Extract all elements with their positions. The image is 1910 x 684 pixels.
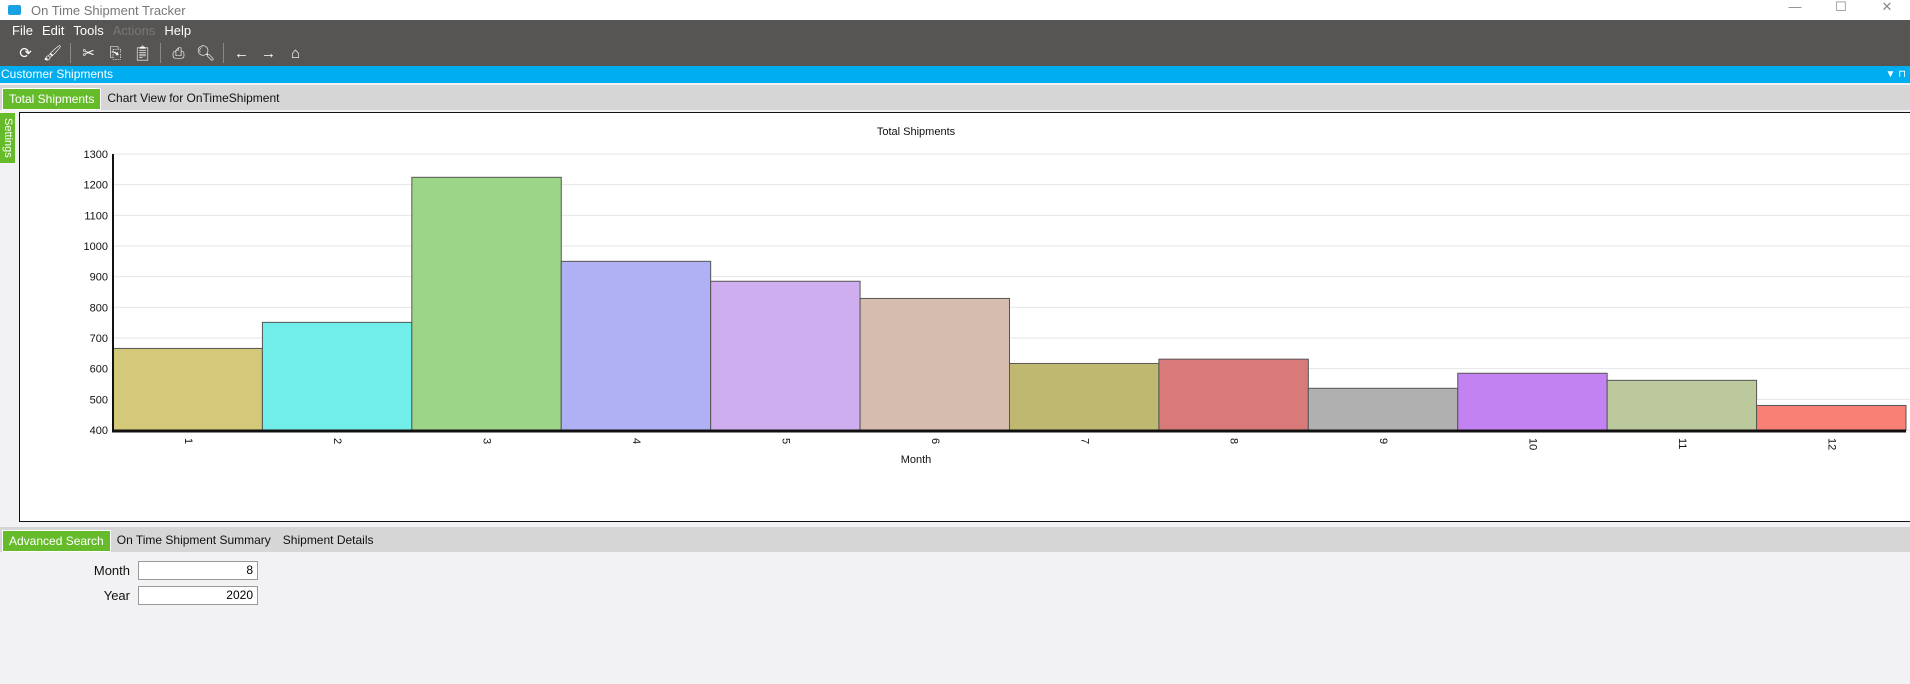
window-title: On Time Shipment Tracker <box>31 2 186 18</box>
bar-chart: Total Shipments 400500600700800900100011… <box>84 126 1910 466</box>
year-input[interactable]: 2020 <box>138 586 258 605</box>
y-tick-label: 1100 <box>84 210 108 222</box>
menu-file[interactable]: File <box>12 23 33 38</box>
tab-advanced-search[interactable]: Advanced Search <box>2 530 111 552</box>
panel-title: Customer Shipments <box>1 67 114 81</box>
y-tick-label: 700 <box>90 333 108 345</box>
tab-total-shipments[interactable]: Total Shipments <box>2 88 102 110</box>
x-tick-label: 12 <box>1825 438 1837 450</box>
bar-month-5[interactable] <box>710 280 861 431</box>
y-tick-label: 1200 <box>84 180 108 192</box>
bar-month-7[interactable] <box>1009 362 1160 431</box>
back-icon[interactable]: ← <box>228 45 255 62</box>
bar-month-3[interactable] <box>411 176 562 431</box>
month-label: Month <box>93 563 130 578</box>
y-tick-label: 800 <box>90 302 108 314</box>
y-tick-label: 900 <box>90 272 108 284</box>
pin-icon[interactable]: ⊓ <box>1898 69 1906 80</box>
home-icon[interactable]: ⌂ <box>282 45 309 62</box>
print-preview-icon[interactable]: 🔍︎ <box>192 44 219 62</box>
settings-tab[interactable]: Settings <box>0 113 15 163</box>
bar-month-11[interactable] <box>1606 379 1758 431</box>
x-tick-label: 3 <box>481 438 493 444</box>
x-tick-label: 4 <box>630 438 642 444</box>
tab-on-time-summary[interactable]: On Time Shipment Summary <box>111 530 277 552</box>
refresh-icon[interactable]: ⟳ <box>12 44 39 62</box>
close-button[interactable]: ✕ <box>1864 0 1910 14</box>
x-tick-label: 10 <box>1527 438 1539 450</box>
paste-icon[interactable]: 📋︎ <box>129 44 156 62</box>
print-icon[interactable]: ⎙ <box>165 45 192 62</box>
forward-icon[interactable]: → <box>255 45 282 62</box>
chart-panel: Total Shipments 400 500 600 700 800 900 1000 11… <box>19 112 1910 522</box>
y-tick-label: 1000 <box>84 241 108 253</box>
x-tick-label: 9 <box>1377 438 1389 444</box>
bar-month-8[interactable] <box>1158 358 1309 431</box>
title-bar: On Time Shipment Tracker — ☐ ✕ <box>0 0 1910 20</box>
minimize-button[interactable]: — <box>1772 0 1818 14</box>
x-tick-label: 1 <box>182 438 194 444</box>
x-axis-label: Month <box>901 454 932 466</box>
panel-header: Customer Shipments ▼ ⊓ <box>0 66 1910 83</box>
x-tick-label: 7 <box>1078 438 1090 444</box>
y-tick-label: 500 <box>90 394 108 406</box>
clear-icon[interactable]: 🖌︎ <box>39 44 66 62</box>
bar-month-1[interactable] <box>112 347 263 431</box>
x-tick-label: 8 <box>1228 438 1240 444</box>
bar-month-4[interactable] <box>560 260 712 431</box>
toolbar-separator <box>160 43 161 63</box>
menu-tools[interactable]: Tools <box>73 23 103 38</box>
chart-title: Total Shipments <box>877 126 956 138</box>
bar-month-2[interactable] <box>261 321 413 431</box>
dropdown-icon[interactable]: ▼ <box>1886 69 1896 80</box>
y-tick-label: 600 <box>90 364 108 376</box>
app-icon <box>8 5 21 15</box>
menu-actions: Actions <box>112 22 156 38</box>
maximize-button[interactable]: ☐ <box>1818 0 1864 14</box>
bottom-tabs: Advanced Search On Time Shipment Summary… <box>0 527 1910 552</box>
toolbar-separator <box>70 43 71 63</box>
bar-month-6[interactable] <box>859 297 1010 431</box>
x-tick-label: 6 <box>929 438 941 444</box>
x-tick-label: 2 <box>331 438 343 444</box>
year-label: Year <box>103 588 130 603</box>
menu-edit[interactable]: Edit <box>42 23 64 38</box>
tab-chart-view[interactable]: Chart View for OnTimeShipment <box>101 88 285 110</box>
copy-icon[interactable]: ⎘ <box>102 45 129 62</box>
menu-toolbar: File Edit Tools Actions Help ⟳ 🖌︎ ✂ ⎘ 📋︎… <box>0 20 1910 66</box>
cut-icon[interactable]: ✂ <box>75 44 102 62</box>
menu-help[interactable]: Help <box>164 23 191 38</box>
bar-month-9[interactable] <box>1307 387 1459 431</box>
y-tick-label: 400 <box>90 425 108 437</box>
bar-month-10[interactable] <box>1457 372 1608 431</box>
bar-month-12[interactable] <box>1756 404 1907 431</box>
x-tick-label: 5 <box>779 438 791 444</box>
top-tabs: Total Shipments Chart View for OnTimeShi… <box>0 85 1910 110</box>
month-input[interactable]: 8 <box>138 561 258 580</box>
x-tick-label: 11 <box>1676 438 1688 449</box>
tab-shipment-details[interactable]: Shipment Details <box>277 530 380 552</box>
y-tick-label: 1300 <box>84 149 108 161</box>
toolbar-separator <box>223 43 224 63</box>
